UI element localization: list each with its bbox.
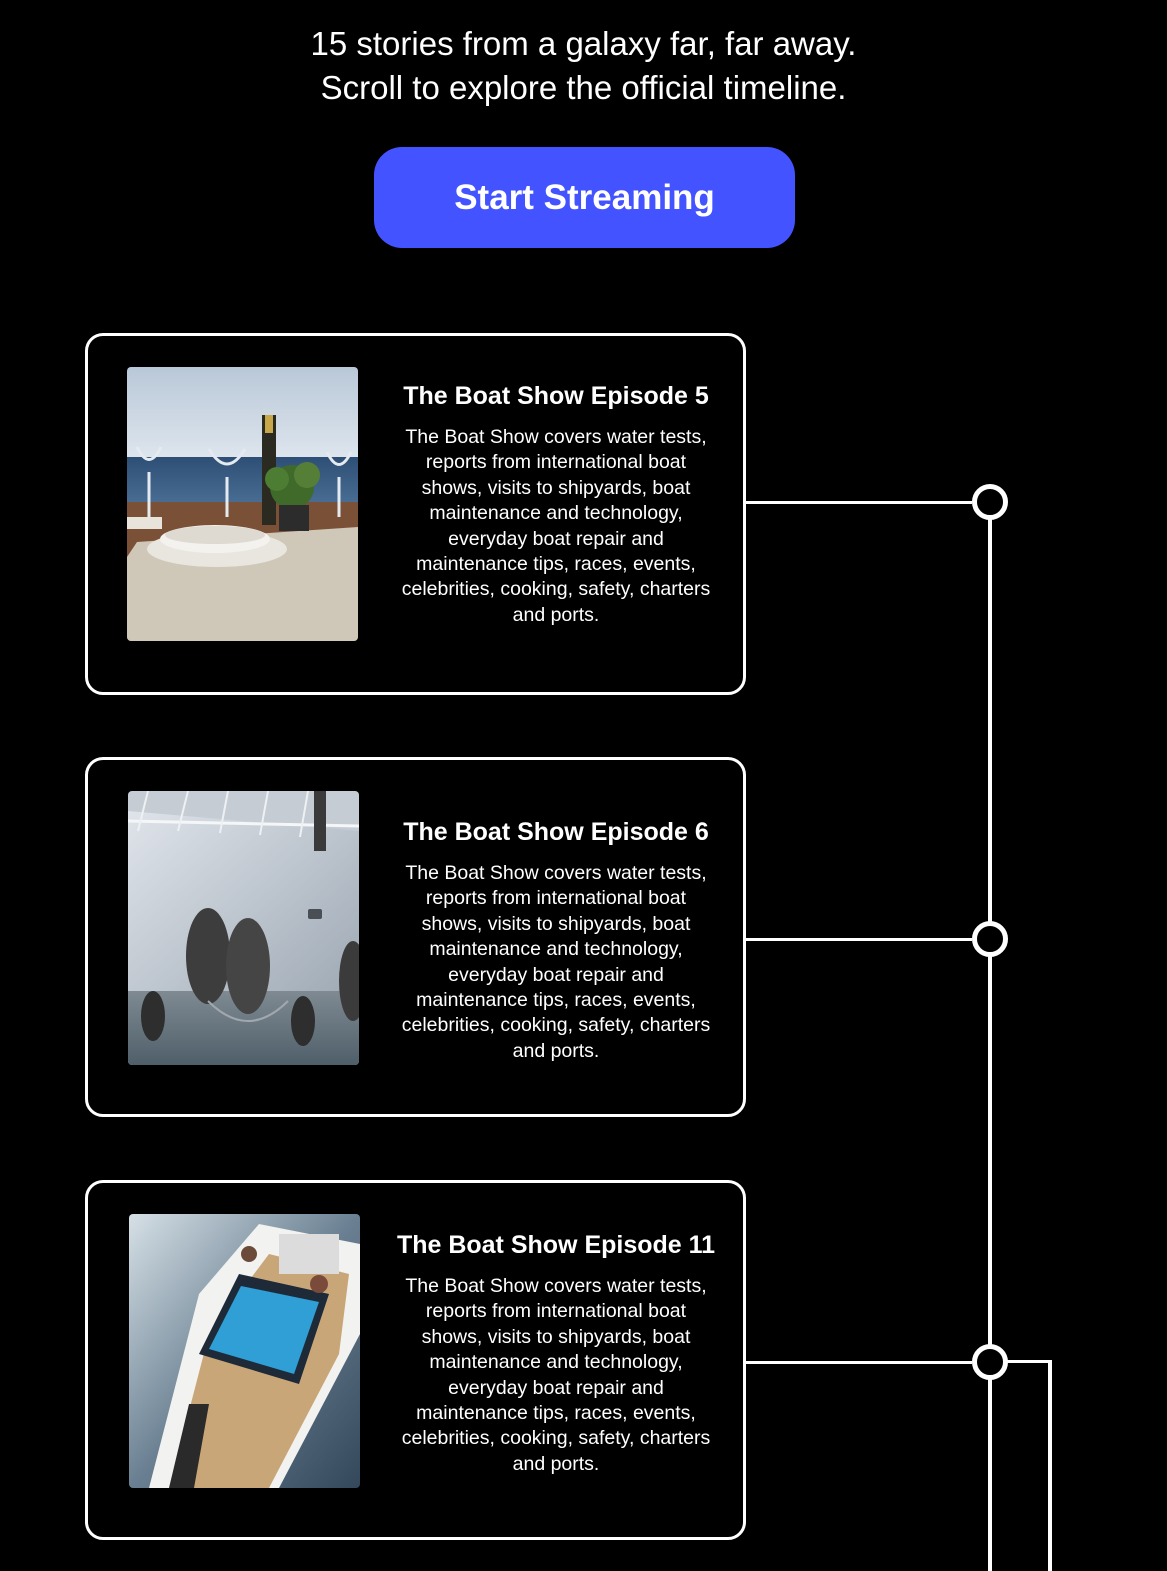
episode-thumbnail (127, 367, 358, 641)
timeline-node (972, 921, 1008, 957)
timeline-branch-line (1048, 1360, 1052, 1571)
episode-thumbnail (128, 791, 359, 1065)
episode-card[interactable]: The Boat Show Episode 5 The Boat Show co… (85, 333, 746, 695)
episode-thumbnail (129, 1214, 360, 1488)
timeline-connector (746, 938, 972, 941)
episode-title: The Boat Show Episode 11 (396, 1231, 716, 1259)
intro-line-2: Scroll to explore the official timeline. (320, 69, 847, 106)
episode-card[interactable]: The Boat Show Episode 11 The Boat Show c… (85, 1180, 746, 1540)
timeline-node (972, 1344, 1008, 1380)
episode-card[interactable]: The Boat Show Episode 6 The Boat Show co… (85, 757, 746, 1117)
timeline-spine (988, 518, 992, 1571)
start-streaming-button[interactable]: Start Streaming (374, 147, 795, 248)
episode-title: The Boat Show Episode 5 (403, 382, 709, 410)
intro-text: 15 stories from a galaxy far, far away. … (0, 22, 1167, 110)
episode-description: The Boat Show covers water tests, report… (401, 1275, 711, 1475)
intro-line-1: 15 stories from a galaxy far, far away. (310, 25, 857, 62)
episode-title: The Boat Show Episode 6 (403, 818, 709, 846)
timeline-node (972, 484, 1008, 520)
timeline-connector (746, 501, 972, 504)
episode-description: The Boat Show covers water tests, report… (401, 862, 711, 1062)
episode-description: The Boat Show covers water tests, report… (401, 426, 711, 626)
timeline-connector (746, 1361, 972, 1364)
